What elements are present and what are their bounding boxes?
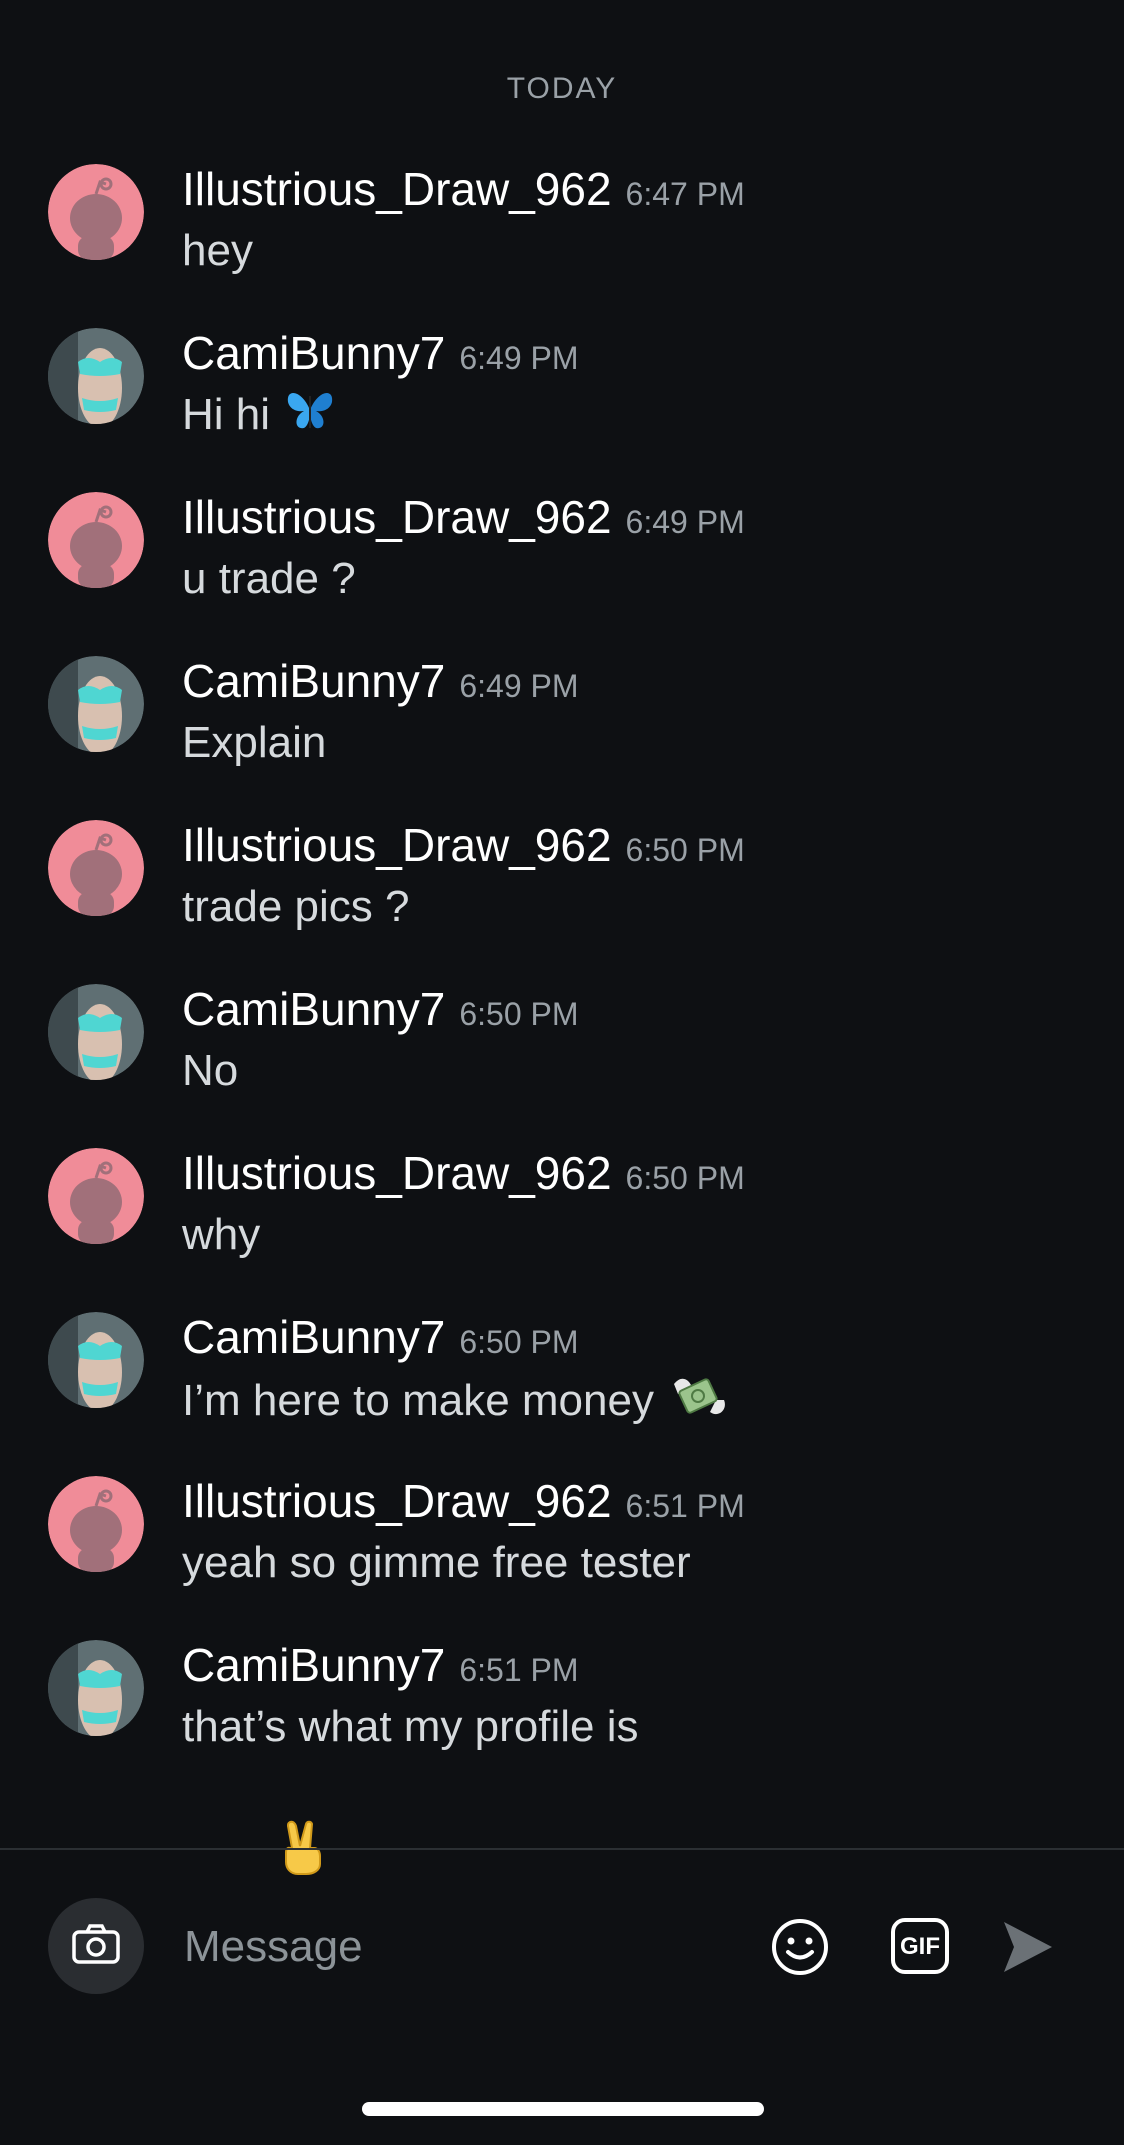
smiley-icon [770, 1919, 830, 1981]
message-text: that’s what my profile is [182, 1702, 639, 1751]
gif-button[interactable]: GIF [890, 1917, 950, 1975]
emoji-button[interactable] [770, 1917, 830, 1977]
message-text: Explain [182, 718, 327, 767]
photo-avatar[interactable] [48, 656, 144, 752]
snoo-avatar[interactable] [48, 820, 144, 916]
timestamp: 6:50 PM [625, 1160, 745, 1196]
message-item: Illustrious_Draw_962 6:50 PM why [0, 1146, 1124, 1310]
message-text: Hi hi [182, 386, 1084, 447]
message-item: Illustrious_Draw_962 6:50 PM trade pics … [0, 818, 1124, 982]
timestamp: 6:51 PM [625, 1488, 745, 1524]
send-button[interactable] [1002, 1920, 1054, 1974]
snoo-avatar[interactable] [48, 492, 144, 588]
photo-avatar[interactable] [48, 328, 144, 424]
message-item: CamiBunny7 6:50 PM I’m here to make mone… [0, 1310, 1124, 1474]
send-arrow-icon [1002, 1922, 1054, 1978]
message-text: hey [182, 226, 253, 275]
message-item: CamiBunny7 6:50 PM No [0, 982, 1124, 1146]
username[interactable]: CamiBunny7 [182, 982, 445, 1036]
timestamp: 6:47 PM [625, 176, 745, 212]
message-item: Illustrious_Draw_962 6:51 PM yeah so gim… [0, 1474, 1124, 1638]
timestamp: 6:50 PM [625, 832, 745, 868]
gif-label: GIF [900, 1933, 940, 1960]
message-text: u trade ? [182, 554, 356, 603]
snoo-avatar[interactable] [48, 1148, 144, 1244]
money-with-wings-emoji [668, 1370, 730, 1437]
timestamp: 6:50 PM [459, 1324, 579, 1360]
photo-avatar[interactable] [48, 984, 144, 1080]
message-text: No [182, 1046, 239, 1095]
home-indicator[interactable] [362, 2102, 764, 2116]
message-item: Illustrious_Draw_962 6:47 PM hey [0, 162, 1124, 326]
username[interactable]: Illustrious_Draw_962 [182, 1474, 612, 1528]
timestamp: 6:49 PM [625, 504, 745, 540]
timestamp: 6:49 PM [459, 668, 579, 704]
message-item: CamiBunny7 6:49 PM Hi hi [0, 326, 1124, 490]
username[interactable]: CamiBunny7 [182, 654, 445, 708]
date-divider: TODAY [506, 72, 618, 105]
username[interactable]: Illustrious_Draw_962 [182, 1146, 612, 1200]
message-item: Illustrious_Draw_962 6:49 PM u trade ? [0, 490, 1124, 654]
butterfly-emoji [284, 388, 336, 447]
username[interactable]: CamiBunny7 [182, 1638, 445, 1692]
camera-button[interactable] [48, 1898, 144, 1994]
message-text: trade pics ? [182, 882, 410, 931]
photo-avatar[interactable] [48, 1312, 144, 1408]
username[interactable]: Illustrious_Draw_962 [182, 162, 612, 216]
message-input[interactable] [184, 1912, 724, 1982]
username[interactable]: Illustrious_Draw_962 [182, 490, 612, 544]
photo-avatar[interactable] [48, 1640, 144, 1736]
username[interactable]: CamiBunny7 [182, 1310, 445, 1364]
message-text: yeah so gimme free tester [182, 1538, 691, 1587]
username[interactable]: CamiBunny7 [182, 326, 445, 380]
message-text: why [182, 1210, 261, 1259]
message-item: CamiBunny7 6:49 PM Explain [0, 654, 1124, 818]
composer-divider [0, 1848, 1124, 1850]
message-text: I’m here to make money [182, 1370, 1084, 1437]
timestamp: 6:51 PM [459, 1652, 579, 1688]
snoo-avatar[interactable] [48, 1476, 144, 1572]
message-item: CamiBunny7 6:51 PM that’s what my profil… [0, 1638, 1124, 1875]
snoo-avatar[interactable] [48, 164, 144, 260]
message-list: Illustrious_Draw_962 6:47 PM hey CamiBun… [0, 162, 1124, 1875]
timestamp: 6:49 PM [459, 340, 579, 376]
username[interactable]: Illustrious_Draw_962 [182, 818, 612, 872]
timestamp: 6:50 PM [459, 996, 579, 1032]
camera-icon [71, 1923, 121, 1970]
